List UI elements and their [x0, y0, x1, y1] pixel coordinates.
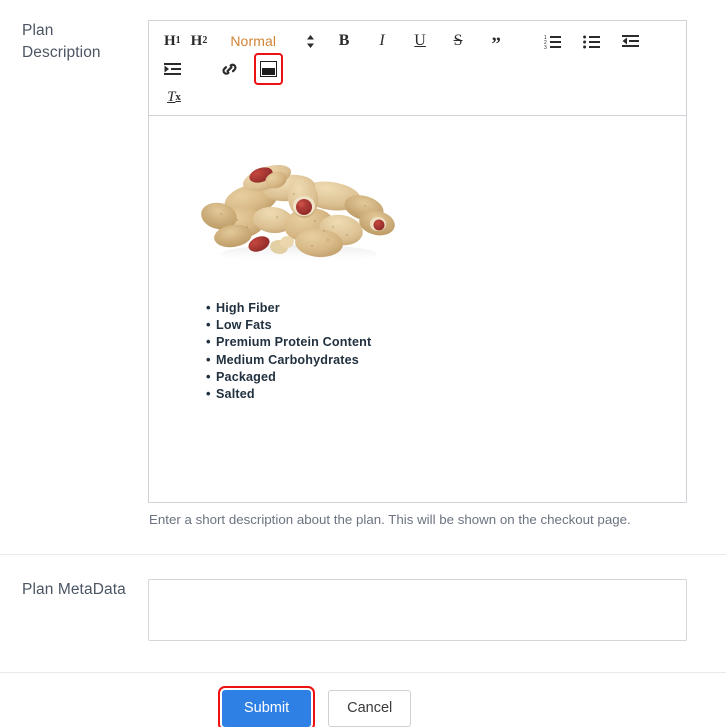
list-item: Medium Carbohydrates — [206, 351, 686, 369]
clear-formatting-button[interactable]: Tx — [163, 84, 185, 110]
clear-formatting-sub: x — [175, 90, 181, 103]
plan-metadata-label: Plan MetaData — [22, 581, 126, 598]
list-item: Low Fats — [206, 316, 686, 334]
list-item: Packaged — [206, 368, 686, 386]
format-picker[interactable]: Normal — [230, 33, 315, 49]
ordered-list-button[interactable]: 1 2 3 — [541, 28, 564, 54]
ordered-list-icon: 1 2 3 — [544, 34, 562, 49]
plan-metadata-control — [148, 579, 726, 646]
indent-button[interactable] — [161, 56, 184, 82]
svg-text:3: 3 — [544, 45, 547, 49]
plan-description-label-line2: Description — [22, 44, 101, 61]
rich-text-editor: H1 H2 Normal B I U S ” 1 2 3 T x • High … — [148, 20, 687, 503]
plan-description-help-text: Enter a short description about the plan… — [149, 512, 631, 527]
editor-toolbar-row-2: Tx — [159, 83, 678, 111]
plan-description-label: Plan Description — [0, 20, 148, 64]
heading-2-label: H — [190, 32, 203, 49]
plan-description-label-line1: Plan — [22, 22, 54, 39]
editor-content-area[interactable]: High Fiber Low Fats Premium Protein Cont… — [149, 116, 686, 502]
plan-metadata-input[interactable] — [148, 579, 687, 641]
list-item: Premium Protein Content — [206, 333, 686, 351]
heading-2-button[interactable]: H2 — [188, 28, 211, 54]
link-button[interactable] — [218, 56, 241, 82]
heading-1-button[interactable]: H1 — [161, 28, 184, 54]
form-actions-inner: Submit Cancel — [148, 686, 412, 727]
editor-image-figure — [149, 116, 686, 278]
list-item: High Fiber — [206, 299, 686, 317]
peanut-pile-image — [181, 128, 413, 278]
blockquote-button[interactable]: ” — [485, 31, 507, 57]
plan-form-page: Plan Description H1 H2 Normal B I U S ” … — [0, 0, 726, 727]
form-actions: Submit Cancel — [0, 673, 726, 727]
bullet-list-button[interactable] — [580, 28, 603, 54]
format-picker-label: Normal — [230, 33, 277, 49]
editor-bullet-list: High Fiber Low Fats Premium Protein Cont… — [149, 299, 686, 403]
strikethrough-button[interactable]: S — [447, 28, 469, 54]
heading-1-label: H — [164, 32, 176, 49]
italic-button[interactable]: I — [371, 28, 393, 54]
heading-1-sub: 1 — [175, 35, 181, 46]
image-button[interactable] — [254, 53, 283, 85]
link-icon — [221, 62, 238, 77]
bold-button[interactable]: B — [333, 28, 355, 54]
plan-description-row: Plan Description H1 H2 Normal B I U S ” … — [0, 0, 726, 529]
underline-button[interactable]: U — [409, 28, 431, 54]
bullet-list-icon — [583, 34, 601, 49]
submit-button[interactable]: Submit — [217, 686, 316, 727]
indent-icon — [164, 62, 181, 77]
plan-metadata-row: Plan MetaData — [0, 555, 726, 646]
outdent-icon — [622, 34, 640, 49]
updown-arrows-icon — [306, 34, 315, 49]
image-icon — [260, 61, 277, 77]
list-item: Salted — [206, 385, 686, 403]
cancel-button[interactable]: Cancel — [328, 690, 412, 727]
editor-toolbar: H1 H2 Normal B I U S ” 1 2 3 T x — [149, 21, 686, 116]
heading-2-sub: 2 — [202, 35, 208, 46]
outdent-button[interactable] — [619, 28, 642, 54]
clear-formatting-label: T — [167, 88, 176, 105]
plan-description-control: H1 H2 Normal B I U S ” 1 2 3 T x • High … — [148, 20, 726, 529]
